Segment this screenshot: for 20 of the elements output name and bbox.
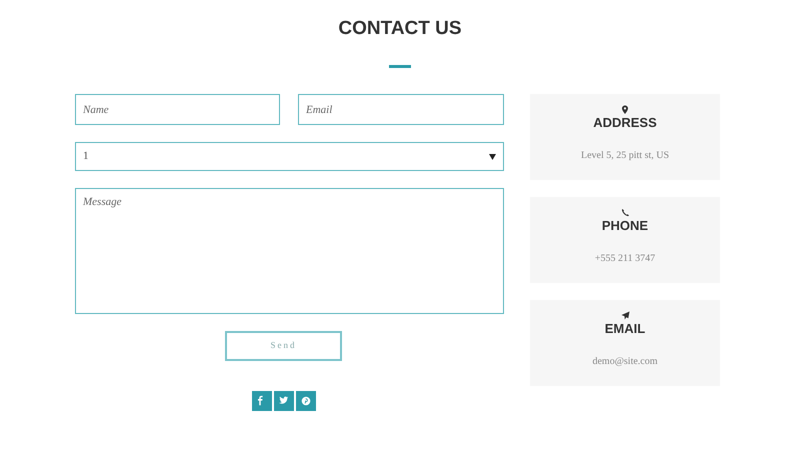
paper-plane-icon xyxy=(620,311,630,320)
email-field[interactable]: Email xyxy=(298,94,504,125)
pinterest-icon xyxy=(300,395,312,407)
social-link[interactable] xyxy=(274,391,294,411)
social-link[interactable] xyxy=(296,391,316,411)
map-pin-icon xyxy=(620,105,630,114)
card-detail: Level 5, 25 pitt st, US xyxy=(580,149,670,163)
dropdown-caret-icon xyxy=(489,154,496,160)
name-field[interactable]: Name xyxy=(75,94,280,125)
card-detail: demo@site.com xyxy=(592,355,658,369)
card-heading: EMAIL xyxy=(604,321,646,336)
card-heading: PHONE xyxy=(602,218,648,233)
page-heading: CONTACT US xyxy=(338,18,462,40)
card-heading: ADDRESS xyxy=(593,115,657,130)
card-detail: +555 211 3747 xyxy=(594,252,656,266)
heading-underline xyxy=(389,65,411,68)
message-field[interactable]: Message xyxy=(75,188,504,314)
phone-icon xyxy=(620,208,630,217)
select-field[interactable]: 1 xyxy=(75,142,504,171)
social-link[interactable] xyxy=(252,391,272,411)
